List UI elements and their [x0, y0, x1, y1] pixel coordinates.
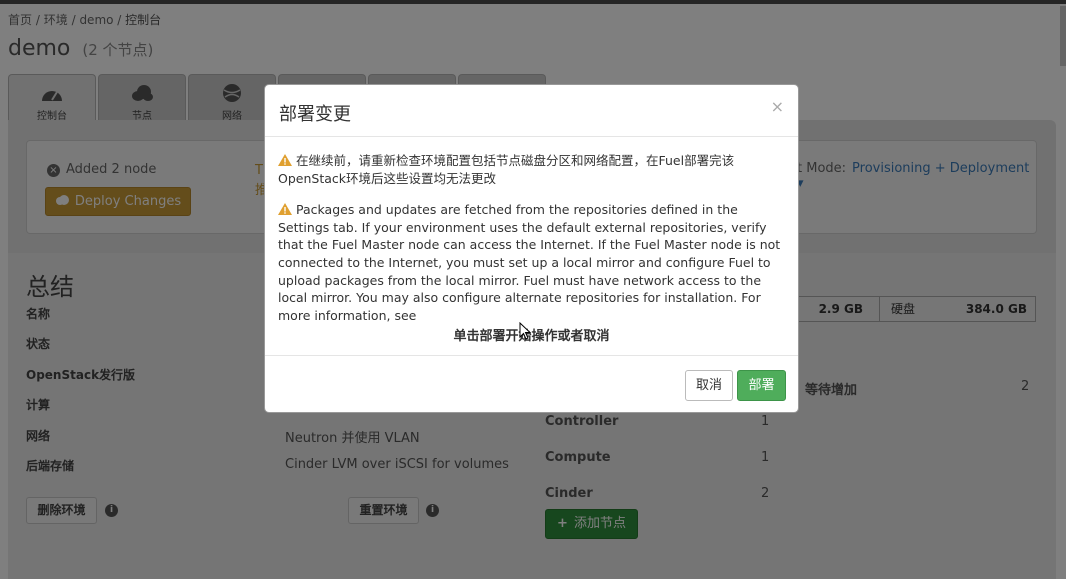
warning-message: 在继续前，请重新检查环境配置包括节点磁盘分区和网络配置，在Fuel部署完该Ope…	[278, 152, 788, 187]
divider	[265, 136, 798, 137]
warning-text: 在继续前，请重新检查环境配置包括节点磁盘分区和网络配置，在Fuel部署完该Ope…	[278, 153, 735, 186]
deploy-changes-dialog: 部署变更 × 在继续前，请重新检查环境配置包括节点磁盘分区和网络配置，在Fuel…	[264, 84, 799, 413]
deploy-button[interactable]: 部署	[737, 370, 786, 401]
close-icon[interactable]: ×	[771, 97, 784, 116]
dialog-prompt: 单击部署开始操作或者取消	[453, 329, 610, 344]
mouse-cursor-icon	[519, 322, 531, 340]
warning-text: Packages and updates are fetched from th…	[278, 202, 781, 323]
dialog-title: 部署变更	[279, 104, 351, 125]
warning-icon	[278, 203, 292, 216]
warning-message: Packages and updates are fetched from th…	[278, 201, 788, 324]
divider	[265, 355, 798, 356]
dialog-body: 在继续前，请重新检查环境配置包括节点磁盘分区和网络配置，在Fuel部署完该Ope…	[278, 152, 788, 338]
warning-icon	[278, 154, 292, 166]
cancel-button[interactable]: 取消	[685, 370, 733, 401]
